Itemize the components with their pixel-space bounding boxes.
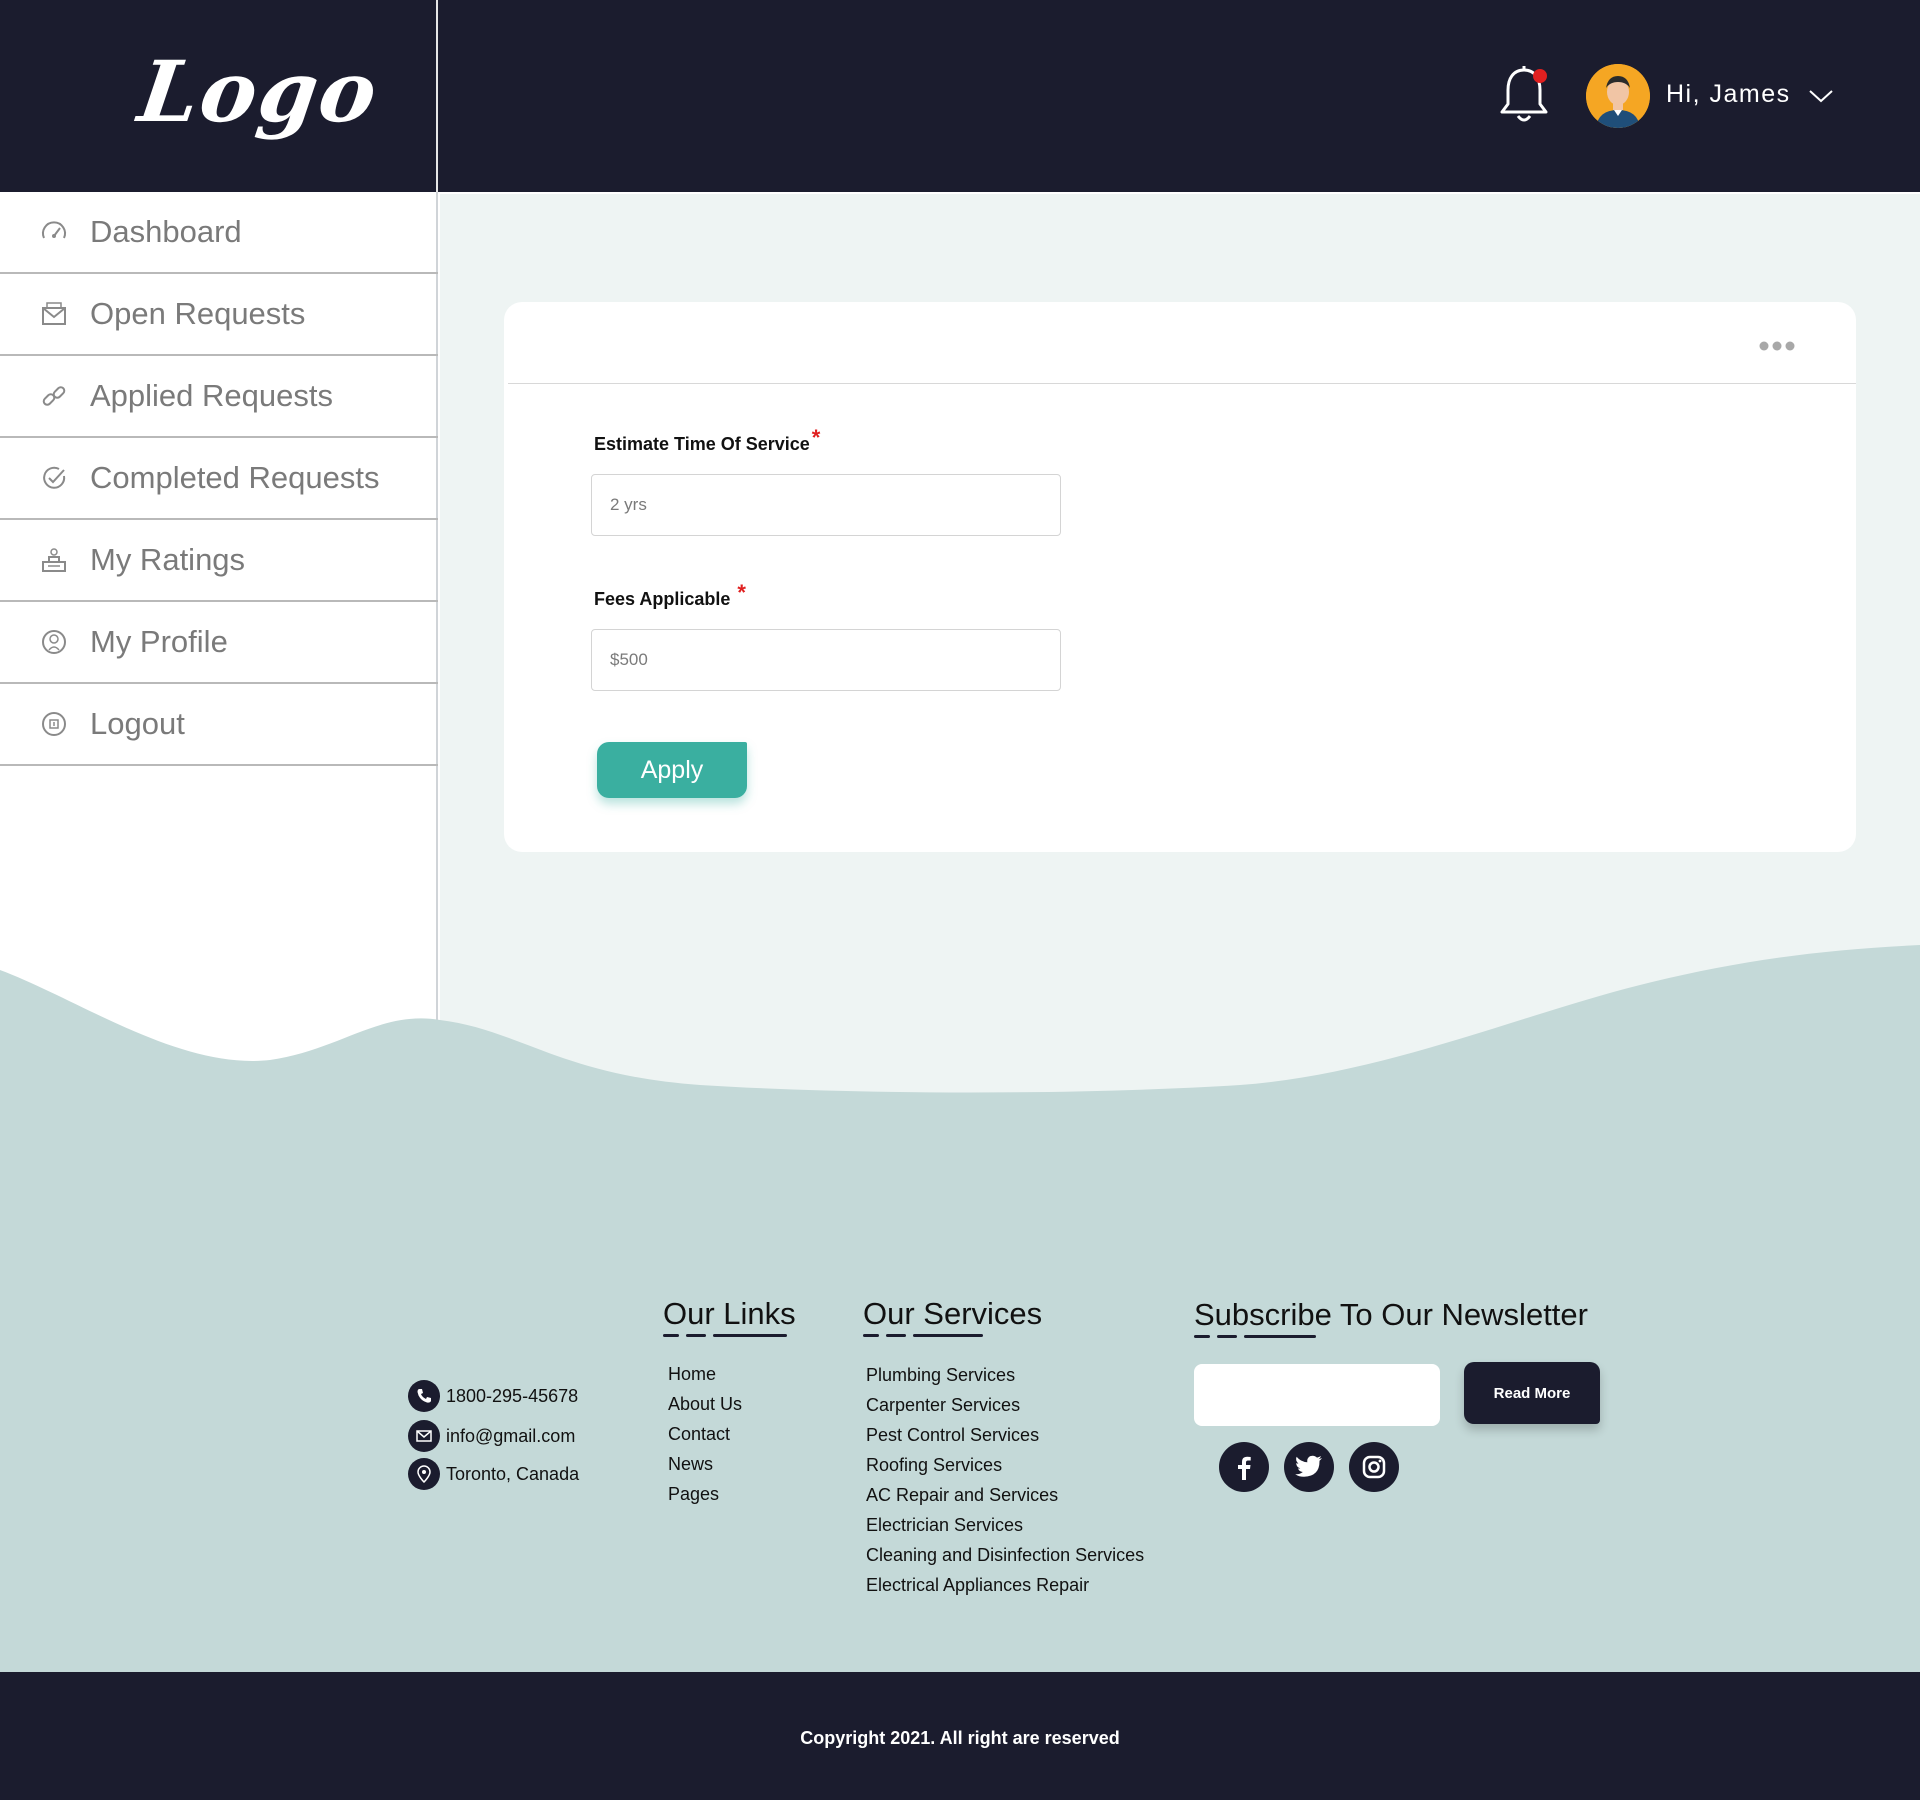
- facebook-button[interactable]: [1219, 1442, 1269, 1492]
- location-pin-icon: [408, 1458, 440, 1490]
- footer-service-item[interactable]: Electrician Services: [866, 1515, 1023, 1536]
- required-mark: *: [811, 425, 821, 450]
- logout-icon: [42, 712, 66, 736]
- card-divider: [508, 383, 1856, 384]
- location-text: Toronto, Canada: [446, 1463, 580, 1484]
- sidebar-item-label: Completed Requests: [90, 460, 380, 495]
- read-more-button[interactable]: Read More: [1464, 1362, 1600, 1424]
- footer-link-pages[interactable]: Pages: [668, 1484, 719, 1505]
- logo-area: Logo: [0, 0, 438, 192]
- bell-icon[interactable]: [1496, 64, 1552, 128]
- contact-email[interactable]: info@gmail.com: [408, 1420, 575, 1452]
- twitter-icon: [1295, 1455, 1322, 1477]
- check-circle-icon: [43, 466, 66, 489]
- sidebar-item-label: Logout: [90, 706, 185, 741]
- user-circle-icon: [42, 630, 66, 654]
- chevron-down-icon[interactable]: [1808, 88, 1834, 104]
- email-text: info@gmail.com: [446, 1425, 576, 1446]
- sidebar-item-dashboard[interactable]: Dashboard: [0, 192, 438, 274]
- instagram-icon: [1362, 1455, 1386, 1479]
- contact-location: Toronto, Canada: [408, 1458, 579, 1490]
- phone-icon: [408, 1380, 440, 1412]
- sidebar-item-completed-requests[interactable]: Completed Requests: [0, 438, 438, 520]
- sidebar-item-my-profile[interactable]: My Profile: [0, 602, 438, 684]
- fees-label: Fees Applicable *: [594, 580, 746, 611]
- fees-label-text: Fees Applicable: [594, 589, 736, 609]
- links-heading: Our Links: [663, 1296, 796, 1331]
- request-form-card: Estimate Time Of Service* Fees Applicabl…: [504, 302, 1856, 852]
- user-greeting[interactable]: Hi, James: [1666, 80, 1791, 109]
- avatar[interactable]: [1586, 64, 1650, 128]
- sidebar-item-label: My Profile: [90, 624, 228, 659]
- footer-link-contact[interactable]: Contact: [668, 1424, 730, 1445]
- link-icon: [42, 386, 66, 406]
- mail-icon: [408, 1420, 440, 1452]
- contact-phone[interactable]: 1800-295-45678: [408, 1380, 578, 1412]
- sidebar-item-label: Applied Requests: [90, 378, 333, 413]
- more-options-icon[interactable]: [1758, 340, 1798, 352]
- notification-dot: [1533, 69, 1547, 83]
- heading-underline: [863, 1334, 879, 1337]
- heading-underline: [663, 1334, 679, 1337]
- footer-link-home[interactable]: Home: [668, 1364, 716, 1385]
- sidebar-item-applied-requests[interactable]: Applied Requests: [0, 356, 438, 438]
- apply-button[interactable]: Apply: [597, 742, 747, 798]
- footer-service-item[interactable]: Cleaning and Disinfection Services: [866, 1545, 1144, 1566]
- footer-service-item[interactable]: Pest Control Services: [866, 1425, 1039, 1446]
- sidebar-item-logout[interactable]: Logout: [0, 684, 438, 766]
- sidebar-item-label: Dashboard: [90, 214, 242, 249]
- dashboard-icon: [42, 221, 66, 239]
- footer-service-item[interactable]: Electrical Appliances Repair: [866, 1575, 1089, 1596]
- estimate-label: Estimate Time Of Service*: [594, 425, 820, 456]
- sidebar-item-label: Open Requests: [90, 296, 306, 331]
- podium-icon: [42, 548, 66, 572]
- facebook-icon: [1238, 1456, 1251, 1480]
- heading-underline: [1217, 1335, 1237, 1338]
- services-heading: Our Services: [863, 1296, 1043, 1331]
- footer-service-item[interactable]: Plumbing Services: [866, 1365, 1015, 1386]
- sidebar-item-open-requests[interactable]: Open Requests: [0, 274, 438, 356]
- copyright-text: Copyright 2021. All right are reserved: [800, 1728, 1120, 1748]
- heading-underline: [913, 1334, 983, 1337]
- instagram-button[interactable]: [1349, 1442, 1399, 1492]
- footer-link-about[interactable]: About Us: [668, 1394, 742, 1415]
- heading-underline: [713, 1334, 787, 1337]
- envelope-icon: [42, 302, 66, 325]
- heading-underline: [886, 1334, 906, 1337]
- top-header: Logo Hi, James: [0, 0, 1920, 192]
- footer-service-item[interactable]: AC Repair and Services: [866, 1485, 1058, 1506]
- sidebar-item-my-ratings[interactable]: My Ratings: [0, 520, 438, 602]
- sidebar-item-label: My Ratings: [90, 542, 246, 577]
- phone-text: 1800-295-45678: [446, 1385, 579, 1406]
- heading-underline: [1244, 1335, 1316, 1338]
- estimate-label-text: Estimate Time Of Service: [594, 434, 810, 454]
- heading-underline: [1194, 1335, 1210, 1338]
- required-mark: *: [737, 580, 746, 605]
- fees-input[interactable]: [591, 629, 1061, 691]
- footer-link-news[interactable]: News: [668, 1454, 713, 1475]
- heading-underline: [686, 1334, 706, 1337]
- footer-service-item[interactable]: Roofing Services: [866, 1455, 1002, 1476]
- footer-service-item[interactable]: Carpenter Services: [866, 1395, 1020, 1416]
- logo[interactable]: Logo: [133, 42, 385, 141]
- estimate-time-input[interactable]: [591, 474, 1061, 536]
- newsletter-heading: Subscribe To Our Newsletter: [1194, 1297, 1588, 1332]
- newsletter-email-input[interactable]: [1194, 1364, 1440, 1426]
- twitter-button[interactable]: [1284, 1442, 1334, 1492]
